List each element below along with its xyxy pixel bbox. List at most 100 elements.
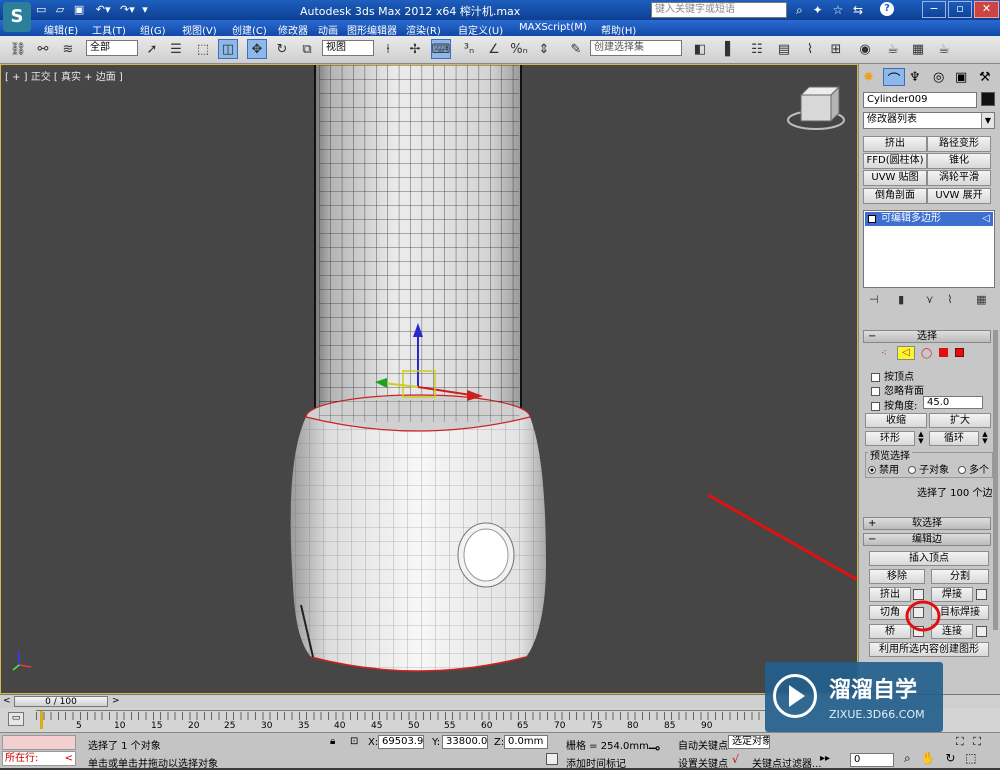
utilities-tab-icon[interactable]: ⚒ (979, 70, 991, 85)
ref-coord-dropdown[interactable]: 视图 (322, 40, 374, 56)
remove-modifier-icon[interactable]: ⌇ (947, 293, 952, 306)
redo-icon[interactable]: ↷▾ (120, 3, 135, 16)
make-unique-icon[interactable]: ⋎ (926, 293, 934, 306)
exchange-icon[interactable]: ⇆ (853, 3, 863, 17)
app-logo-icon[interactable]: S (3, 2, 31, 32)
ring-spinner-icon[interactable]: ▲ ▼ (916, 431, 926, 446)
selection-rollout-header[interactable]: − 选择 (863, 330, 991, 343)
edit-edges-rollout-header[interactable]: − 编辑边 (863, 533, 991, 546)
juicer-model[interactable] (1, 65, 858, 694)
time-tag-icon[interactable] (546, 753, 558, 765)
element-mode-icon[interactable] (955, 348, 964, 357)
customize-qat-icon[interactable]: ▾ (142, 3, 148, 16)
star-icon[interactable]: ☆ (832, 3, 843, 17)
modifier-path-deform-button[interactable]: 路径变形 (927, 136, 991, 152)
menu-edit[interactable]: 编辑(E) (44, 22, 78, 37)
menu-customize[interactable]: 自定义(U) (458, 22, 503, 37)
shrink-button[interactable]: 收缩 (865, 413, 927, 428)
help-icon[interactable]: ? (880, 2, 894, 16)
rect-selection-icon[interactable]: ⬚ (193, 39, 213, 59)
menu-help[interactable]: 帮助(H) (601, 22, 636, 37)
modifier-taper-button[interactable]: 锥化 (927, 153, 991, 169)
maximize-viewport-icon[interactable]: ⬚ (965, 751, 976, 765)
selected-objects-dropdown[interactable]: 选定对象 (728, 735, 770, 749)
ribbon-icon[interactable]: ▤ (774, 39, 794, 59)
grow-button[interactable]: 扩大 (929, 413, 991, 428)
zoom-extents-icon[interactable]: ⛶ (956, 735, 964, 748)
menu-animation[interactable]: 动画 (318, 22, 338, 37)
keyboard-shortcut-icon[interactable]: ⌨ (431, 39, 451, 59)
maxscript-listener[interactable] (2, 735, 76, 750)
create-shape-button[interactable]: 利用所选内容创建图形 (869, 642, 989, 657)
rotate-icon[interactable]: ↻ (272, 39, 292, 59)
tools-icon[interactable]: ✦ (813, 3, 823, 17)
absolute-mode-icon[interactable]: ⊡ (350, 736, 358, 747)
stack-item-editable-poly[interactable]: 可编辑多边形 ◁ (865, 212, 993, 226)
scale-icon[interactable]: ⧉ (297, 39, 317, 59)
edge-mode-icon[interactable]: ◁ (897, 346, 915, 360)
by-vertex-checkbox[interactable]: 按顶点 (871, 368, 914, 383)
modifier-list-dropdown[interactable]: 修改器列表 (863, 112, 995, 129)
pin-stack-icon[interactable]: ⊣ (869, 293, 879, 306)
ignore-backfacing-checkbox[interactable]: 忽略背面 (871, 382, 924, 397)
soft-selection-rollout-header[interactable]: + 软选择 (863, 517, 991, 530)
perspective-viewport[interactable]: [ + ] 正交 [ 真实 + 边面 ] (0, 64, 858, 694)
selection-filter-dropdown[interactable]: 全部 (86, 40, 138, 56)
angle-snap-icon[interactable]: ∠ (484, 39, 504, 59)
render-production-icon[interactable]: ☕ (934, 39, 954, 59)
modifier-bevel-profile-button[interactable]: 倒角剖面 (863, 188, 927, 204)
orbit-icon[interactable]: ↻ (945, 751, 955, 765)
menu-view[interactable]: 视图(V) (182, 22, 217, 37)
border-mode-icon[interactable]: ◯ (921, 348, 932, 359)
zoom-icon[interactable]: ⌕ (904, 751, 911, 765)
select-manipulate-icon[interactable]: ✢ (405, 39, 425, 59)
lock-selection-icon[interactable]: 🔒︎ (330, 736, 335, 747)
modifier-stack[interactable]: 可编辑多边形 ◁ (863, 210, 995, 288)
rendered-frame-icon[interactable]: ▦ (908, 39, 928, 59)
modifier-uvw-map-button[interactable]: UVW 贴图 (863, 170, 927, 186)
track-ruler[interactable]: 5 10 15 20 25 30 35 40 45 50 55 60 65 70… (36, 710, 766, 731)
material-editor-icon[interactable]: ◉ (855, 39, 875, 59)
object-color-swatch[interactable] (981, 92, 995, 106)
show-end-result-icon[interactable]: ▮ (898, 293, 904, 306)
unlink-icon[interactable]: ⚯ (33, 39, 53, 59)
vertex-mode-icon[interactable]: ⁖ (881, 348, 887, 359)
menu-group[interactable]: 组(G) (140, 22, 166, 37)
curve-editor-icon[interactable]: ⌇ (800, 39, 820, 59)
modifier-extrude-button[interactable]: 挤出 (863, 136, 927, 152)
connect-settings-icon[interactable] (976, 626, 987, 637)
edit-named-sel-icon[interactable]: ✎ (566, 39, 586, 59)
panel-scrollbar[interactable] (993, 330, 998, 630)
weld-settings-icon[interactable] (976, 589, 987, 600)
maxscript-line[interactable]: 所在行: < (2, 751, 76, 766)
undo-icon[interactable]: ↶▾ (96, 3, 111, 16)
angle-value-spinner[interactable]: 45.0 (923, 396, 983, 409)
close-button[interactable]: ✕ (974, 1, 999, 18)
zoom-extents-all-icon[interactable]: ⛶ (973, 735, 981, 748)
align-icon[interactable]: ▐ (715, 39, 735, 59)
z-coord-field[interactable]: 0.0mm (504, 735, 548, 749)
window-crossing-icon[interactable]: ◫ (218, 39, 238, 59)
preview-multi-radio[interactable]: 多个 (958, 461, 989, 476)
new-file-icon[interactable]: ▭ (36, 3, 46, 16)
menu-modifiers[interactable]: 修改器 (278, 22, 308, 37)
create-tab-icon[interactable]: ✸ (863, 70, 874, 85)
key-icon[interactable]: ⊸ (648, 739, 661, 757)
open-file-icon[interactable]: ▱ (56, 3, 64, 16)
modifier-turbosmooth-button[interactable]: 涡轮平滑 (927, 170, 991, 186)
x-coord-field[interactable]: 69503.9mm (378, 735, 424, 749)
expand-icon[interactable] (868, 215, 876, 223)
search-input[interactable]: 键入关键字或短语 (651, 2, 787, 18)
ring-button[interactable]: 环形 (865, 431, 915, 446)
spinner-snap-icon[interactable]: ⇕ (534, 39, 554, 59)
display-tab-icon[interactable]: ▣ (955, 70, 967, 85)
layer-manager-icon[interactable]: ☷ (747, 39, 767, 59)
menu-create[interactable]: 创建(C) (232, 22, 267, 37)
current-frame-field[interactable]: 0 (850, 753, 894, 767)
modifier-ffd-button[interactable]: FFD(圆柱体) (863, 153, 927, 169)
snap-3d-icon[interactable]: ³ₙ (459, 39, 479, 59)
loop-spinner-icon[interactable]: ▲ ▼ (980, 431, 990, 446)
menu-graph-editors[interactable]: 图形编辑器 (347, 22, 397, 37)
menu-maxscript[interactable]: MAXScript(M) (519, 22, 587, 33)
next-frame-icon[interactable]: > (112, 696, 120, 706)
